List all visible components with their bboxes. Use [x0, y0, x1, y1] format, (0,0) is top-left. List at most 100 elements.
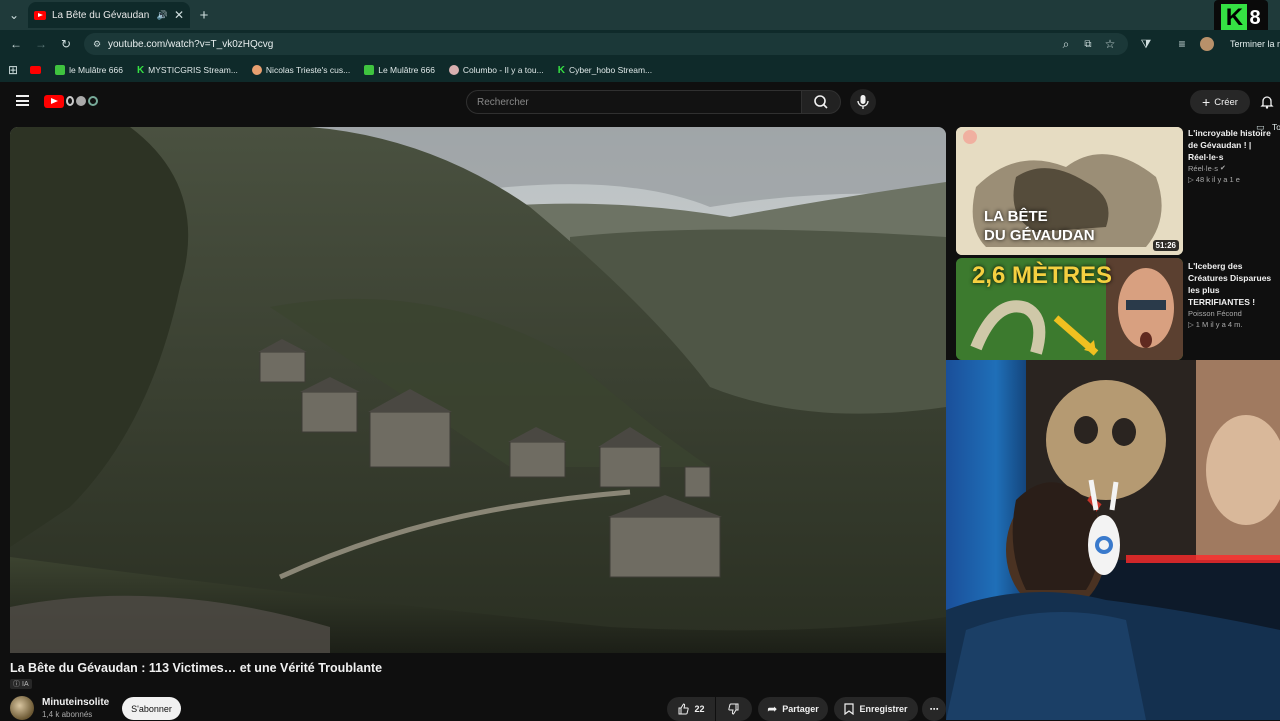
play-icon	[55, 65, 66, 75]
back-icon[interactable]: ←	[8, 36, 24, 52]
thumbnail-text-line: DU GÉVAUDAN	[984, 227, 1095, 244]
browser-address-bar: ← → ↻ ⚙ youtube.com/watch?v=T_vk0zHQcvg …	[0, 30, 1280, 58]
more-icon: ⋯	[929, 703, 939, 714]
share-button[interactable]: ➦ Partager	[758, 697, 828, 721]
new-tab-icon[interactable]: +	[196, 7, 212, 24]
doodle-logo[interactable]	[66, 95, 102, 107]
thumbnail-title-text: LA BÊTE DU GÉVAUDAN	[984, 207, 1095, 245]
fox-icon	[251, 65, 262, 75]
recommendation-channel[interactable]: Poisson Fécond	[1188, 308, 1280, 319]
bookmark-youtube[interactable]	[30, 66, 42, 74]
bookmark-item[interactable]: Columbo - Il y a tou...	[448, 65, 544, 75]
bookmark-item[interactable]: K MYSTICGRIS Stream...	[137, 65, 238, 76]
recommendation-stats-row: ▷ 1 M il y a 4 m.	[1188, 319, 1280, 330]
url-field[interactable]: ⚙ youtube.com/watch?v=T_vk0zHQcvg ⌕ ⧉ ☆	[84, 33, 1128, 55]
tab-list-icon[interactable]: ⌄	[6, 7, 22, 23]
video-duration: 51:26	[1152, 240, 1179, 251]
youtube-logo[interactable]	[44, 95, 64, 108]
bookmark-label: Le Mulâtre 666	[378, 65, 435, 75]
info-icon: ⓘ	[13, 681, 20, 688]
share-label: Partager	[782, 704, 819, 714]
finish-update-button[interactable]: Terminer la m	[1226, 34, 1280, 54]
recommendation-thumbnail[interactable]: LA BÊTE DU GÉVAUDAN 51:26	[956, 127, 1183, 255]
ai-badge-label: IA	[22, 680, 29, 688]
bookmark-star-icon[interactable]: ☆	[1102, 36, 1118, 52]
bookmarks-bar: ⊞ le Mulâtre 666 K MYSTICGRIS Stream... N…	[0, 58, 1280, 132]
voice-search-button[interactable]	[850, 89, 876, 115]
bookmark-item[interactable]: Nicolas Trieste's cus...	[251, 65, 351, 75]
close-tab-icon[interactable]: ✕	[174, 8, 184, 22]
streamer-webcam-overlay	[946, 360, 1280, 720]
thumbnail-text-line: LA BÊTE	[984, 208, 1048, 225]
verified-icon: ✔	[1220, 165, 1226, 172]
thumbnail-text-line: 2,6 MÈTRES	[972, 262, 1113, 289]
bookmark-icon	[844, 703, 855, 715]
profile-avatar[interactable]	[1200, 37, 1214, 51]
media-control-icon[interactable]: ≡	[1174, 36, 1190, 52]
avatar-icon	[448, 65, 459, 75]
browser-tab-bar: ⌄ La Bête du Gévaudan : 113 🔊 ✕ +	[0, 0, 1280, 30]
bookmark-item[interactable]: le Mulâtre 666	[55, 65, 123, 75]
recommendation-item[interactable]: LA BÊTE DU GÉVAUDAN 51:26 L'incroyable h…	[956, 127, 1280, 255]
bookmark-label: Columbo - Il y a tou...	[462, 65, 544, 75]
webcam-feed-image	[946, 360, 1280, 720]
bookmark-label: Nicolas Trieste's cus...	[265, 65, 351, 75]
search-icon	[814, 95, 828, 109]
recommendation-title[interactable]: L'incroyable histoire de Gévaudan ! | Ré…	[1188, 127, 1280, 163]
recommendation-stats: 48 k il y a 1 e	[1195, 175, 1240, 184]
like-button[interactable]: 22	[667, 697, 715, 721]
tab-title: La Bête du Gévaudan : 113	[52, 9, 151, 21]
subscribe-button[interactable]: S'abonner	[122, 697, 181, 720]
browser-tab-active[interactable]: La Bête du Gévaudan : 113 🔊 ✕	[28, 2, 190, 28]
more-actions-button[interactable]: ⋯	[922, 697, 946, 721]
notifications-bell-icon[interactable]	[1260, 94, 1274, 109]
views-icon: ▷	[1188, 320, 1194, 329]
youtube-header: Rechercher + Créer	[0, 82, 1280, 120]
zoom-icon[interactable]: ⌕	[1058, 36, 1074, 52]
play-icon	[364, 65, 375, 75]
like-count: 22	[694, 704, 705, 714]
site-info-icon[interactable]: ⚙	[90, 37, 104, 51]
recommendation-stats-row: ▷ 48 k il y a 1 e	[1188, 174, 1280, 185]
recommendation-channel[interactable]: Réel·le·s	[1188, 163, 1218, 174]
bookmark-item[interactable]: K Cyber_hobo Stream...	[558, 65, 652, 76]
create-button[interactable]: + Créer	[1190, 90, 1250, 114]
views-icon: ▷	[1188, 175, 1194, 184]
extension-logo-letter: K	[1221, 4, 1248, 32]
recommendation-thumbnail[interactable]: 2,6 MÈTRES	[956, 258, 1183, 360]
channel-avatar[interactable]	[10, 696, 34, 720]
extensions-icon[interactable]: ⧩	[1138, 36, 1154, 52]
save-button[interactable]: Enregistrer	[834, 697, 918, 721]
reload-icon[interactable]: ↻	[58, 36, 74, 52]
search-input[interactable]: Rechercher	[466, 90, 802, 114]
channel-name[interactable]: Minuteinsolite	[42, 697, 109, 708]
recommendation-title[interactable]: L'Iceberg des Créatures Disparues les pl…	[1188, 260, 1280, 308]
video-title: La Bête du Gévaudan : 113 Victimes… et u…	[10, 661, 383, 675]
audio-playing-icon[interactable]: 🔊	[157, 10, 168, 21]
search-button[interactable]	[801, 90, 841, 114]
bookmark-label: Cyber_hobo Stream...	[568, 65, 653, 75]
thumbs-up-icon	[678, 703, 690, 715]
kick-icon: K	[136, 64, 145, 76]
extension-logo-number: 8	[1249, 6, 1261, 29]
bookmark-item[interactable]: Le Mulâtre 666	[364, 65, 435, 75]
apps-grid-icon[interactable]: ⊞	[8, 63, 18, 77]
cast-icon[interactable]: ⧉	[1080, 36, 1096, 52]
video-frame-landscape	[10, 127, 946, 653]
youtube-bookmark-icon	[30, 66, 42, 74]
bookmark-label: le Mulâtre 666	[69, 65, 123, 75]
menu-icon[interactable]	[16, 95, 29, 106]
thumbs-down-icon	[728, 703, 739, 715]
youtube-favicon-icon	[34, 10, 46, 20]
recommendation-channel-row: Réel·le·s ✔	[1188, 163, 1280, 174]
create-label: Créer	[1214, 96, 1238, 108]
video-player[interactable]	[10, 127, 946, 653]
plus-icon: +	[1202, 94, 1211, 110]
dislike-button[interactable]	[716, 697, 752, 721]
ai-content-badge[interactable]: ⓘ IA	[10, 679, 32, 689]
microphone-icon	[857, 95, 869, 109]
kick-icon: K	[557, 64, 565, 76]
bookmark-label: MYSTICGRIS Stream...	[148, 65, 238, 75]
forward-icon[interactable]: →	[33, 36, 49, 52]
recommendation-item[interactable]: 2,6 MÈTRES L'Iceberg des Créatures Dispa…	[956, 258, 1280, 360]
